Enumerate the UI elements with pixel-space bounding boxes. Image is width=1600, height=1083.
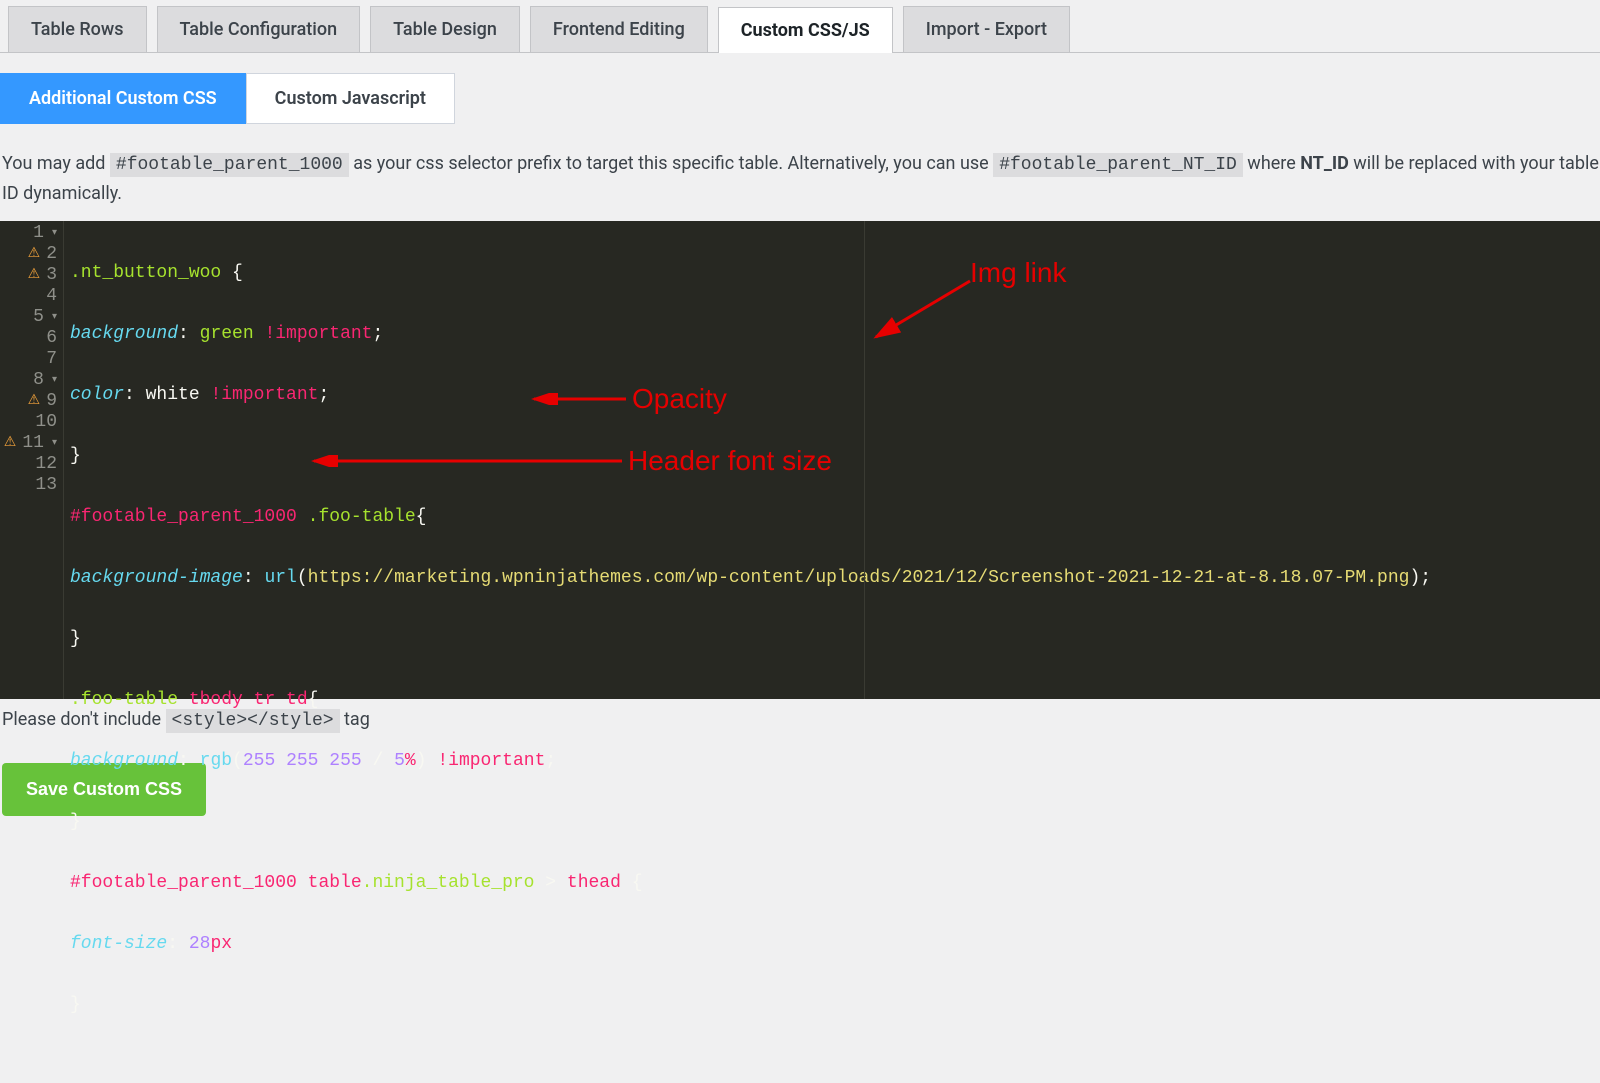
- tab-frontend-editing[interactable]: Frontend Editing: [530, 6, 708, 52]
- css-code-editor[interactable]: 1▾2345▾678▾91011▾1213 .nt_button_woo { b…: [0, 221, 1600, 699]
- subtab-custom-js[interactable]: Custom Javascript: [246, 73, 455, 124]
- css-help-text: You may add #footable_parent_1000 as you…: [0, 124, 1600, 221]
- editor-ruler: [864, 221, 865, 699]
- selector-prefix-code: #footable_parent_1000: [110, 153, 349, 177]
- tab-table-rows[interactable]: Table Rows: [8, 6, 147, 52]
- tab-import-export[interactable]: Import - Export: [903, 6, 1070, 52]
- selector-dynamic-code: #footable_parent_NT_ID: [993, 153, 1243, 177]
- tab-table-design[interactable]: Table Design: [370, 6, 520, 52]
- subtab-custom-css[interactable]: Additional Custom CSS: [0, 73, 246, 124]
- tab-table-configuration[interactable]: Table Configuration: [157, 6, 361, 52]
- editor-gutter: 1▾2345▾678▾91011▾1213: [0, 221, 64, 699]
- editor-code-area[interactable]: .nt_button_woo { background: green !impo…: [64, 221, 1600, 699]
- tab-custom-css-js[interactable]: Custom CSS/JS: [718, 7, 893, 53]
- main-tab-bar: Table Rows Table Configuration Table Des…: [0, 0, 1600, 53]
- sub-tab-bar: Additional Custom CSS Custom Javascript: [0, 53, 1600, 124]
